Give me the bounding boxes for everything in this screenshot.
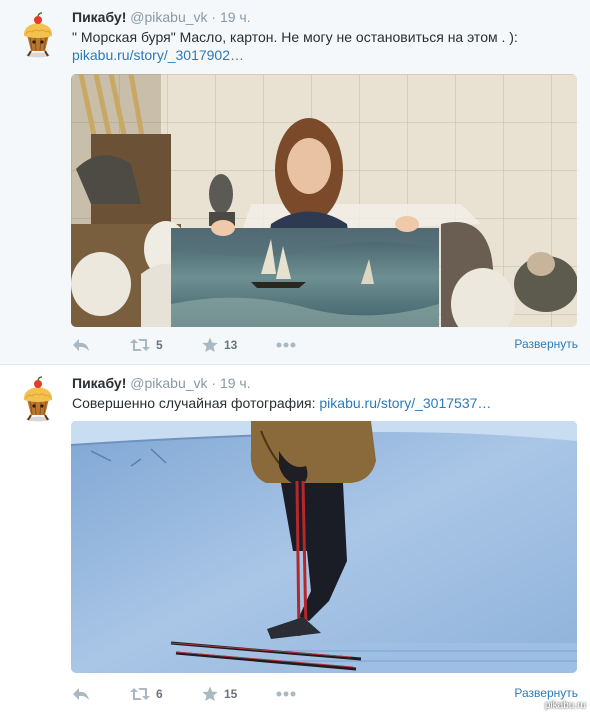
tweet-link[interactable]: pikabu.ru/story/_3017902… xyxy=(72,47,244,63)
tweet-text: Совершенно случайная фотография: pikabu.… xyxy=(72,394,577,412)
tweet-photo[interactable] xyxy=(71,421,577,673)
reply-icon xyxy=(72,338,90,352)
author-name[interactable]: Пикабу! xyxy=(72,375,126,391)
pikabu-avatar-icon[interactable] xyxy=(14,11,62,59)
favorite-star-icon xyxy=(202,337,218,353)
tweet-text: " Морская буря" Масло, картон. Не могу н… xyxy=(72,28,577,64)
retweet-icon xyxy=(130,338,150,352)
favorite-star-icon xyxy=(202,686,218,702)
favorite-count: 13 xyxy=(224,338,238,352)
tweet-text-body: " Морская буря" Масло, картон. Не могу н… xyxy=(72,29,518,45)
expand-link[interactable]: Развернуть xyxy=(514,335,578,353)
more-icon xyxy=(276,342,296,348)
tweet-header: Пикабу! @pikabu_vk · 19 ч. xyxy=(72,374,251,392)
tweet-header: Пикабу! @pikabu_vk · 19 ч. xyxy=(72,8,251,26)
more-icon xyxy=(276,691,296,697)
tweet[interactable]: Пикабу! @pikabu_vk · 19 ч. " Морская бур… xyxy=(0,0,590,365)
tweet-actions: 6 15 Развернуть xyxy=(72,684,578,704)
reply-icon xyxy=(72,687,90,701)
author-name[interactable]: Пикабу! xyxy=(72,9,126,25)
author-handle[interactable]: @pikabu_vk xyxy=(130,9,207,25)
favorite-count: 15 xyxy=(224,687,238,701)
more-button[interactable] xyxy=(276,684,296,704)
retweet-button[interactable]: 5 xyxy=(130,335,163,355)
retweet-icon xyxy=(130,687,150,701)
favorite-button[interactable]: 15 xyxy=(202,684,237,704)
watermark: pikabu.ru xyxy=(544,700,586,711)
pikabu-avatar-icon[interactable] xyxy=(14,375,62,423)
tweet-time[interactable]: · 19 ч. xyxy=(211,375,250,391)
more-button[interactable] xyxy=(276,335,296,355)
tweet-photo[interactable] xyxy=(71,74,577,327)
tweet-actions: 5 13 Развернуть xyxy=(72,335,578,355)
tweet-link[interactable]: pikabu.ru/story/_3017537… xyxy=(319,395,491,411)
retweet-count: 6 xyxy=(156,687,163,701)
reply-button[interactable] xyxy=(72,335,90,355)
favorite-button[interactable]: 13 xyxy=(202,335,237,355)
retweet-count: 5 xyxy=(156,338,163,352)
retweet-button[interactable]: 6 xyxy=(130,684,163,704)
tweet-time[interactable]: · 19 ч. xyxy=(211,9,250,25)
author-handle[interactable]: @pikabu_vk xyxy=(130,375,207,391)
tweet-text-body: Совершенно случайная фотография: xyxy=(72,395,316,411)
reply-button[interactable] xyxy=(72,684,90,704)
tweet[interactable]: Пикабу! @pikabu_vk · 19 ч. Совершенно сл… xyxy=(0,365,590,713)
